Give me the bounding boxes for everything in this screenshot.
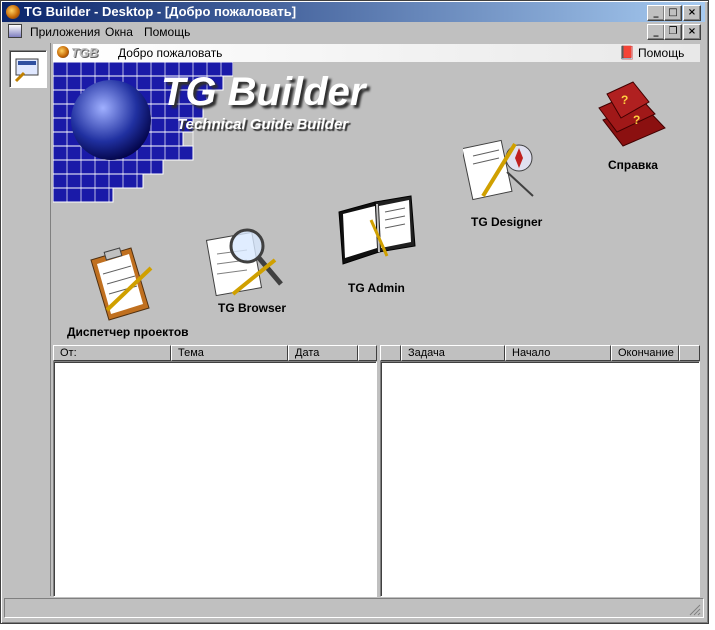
close-button[interactable]: × [683,5,701,21]
tasks-body[interactable] [380,361,700,597]
menu-applications[interactable]: Приложения [30,25,100,39]
col-subject[interactable]: Тема [171,345,288,361]
menu-bar: Приложения Окна Помощь _ ❐ × [2,22,705,41]
help-book-icon[interactable]: 📕 [619,45,635,61]
admin-label[interactable]: TG Admin [348,281,405,295]
col-filler [358,345,377,361]
tasks-list[interactable]: Задача Начало Окончание [380,345,700,597]
globe-icon [71,80,151,160]
child-restore-button[interactable]: ❐ [664,24,682,40]
tgb-logo-icon [57,46,69,58]
col-end[interactable]: Окончание [611,345,679,361]
banner-subtitle: Technical Guide Builder [177,116,349,133]
app-icon[interactable] [6,5,20,19]
help-link[interactable]: Помощь [638,46,684,60]
minimize-button[interactable]: _ [647,5,665,21]
tgb-logo-text: TGB [71,45,99,60]
inner-window-title: Добро пожаловать [118,46,223,60]
window-title: TG Builder - Desktop - [Добро пожаловать… [24,4,297,19]
child-close-button[interactable]: × [683,24,701,40]
col-task[interactable]: Задача [401,345,505,361]
messages-list[interactable]: От: Тема Дата [53,345,377,597]
svg-text:?: ? [633,113,640,127]
resize-grip-icon[interactable] [689,604,701,616]
admin-icon[interactable] [331,190,421,270]
browser-icon[interactable] [203,224,291,298]
left-toolbar [3,43,51,596]
desktop-icon [14,58,39,83]
inner-window-bar: TGB Добро пожаловать 📕 Помощь [53,44,700,63]
messages-body[interactable] [53,361,377,597]
desktop-shortcut-button[interactable] [9,50,47,88]
mdi-child-icon[interactable] [8,24,22,38]
child-minimize-button[interactable]: _ [647,24,665,40]
col-from[interactable]: От: [53,345,171,361]
title-bar[interactable]: TG Builder - Desktop - [Добро пожаловать… [2,2,705,22]
col-start[interactable]: Начало [505,345,611,361]
welcome-panel: TG Builder Technical Guide Builder ? ? С… [53,62,700,344]
help-label[interactable]: Справка [608,158,658,172]
menu-windows[interactable]: Окна [105,25,133,39]
svg-text:?: ? [621,93,628,107]
col-date[interactable]: Дата [288,345,358,361]
project-manager-icon[interactable] [87,244,159,322]
project-manager-label[interactable]: Диспетчер проектов [67,325,189,339]
maximize-button[interactable]: □ [664,5,682,21]
status-bar [4,598,704,618]
col-task-icon[interactable] [380,345,401,361]
help-books-icon[interactable]: ? ? [593,80,669,150]
banner-title: TG Builder [161,70,366,114]
col-filler-2 [679,345,700,361]
browser-label[interactable]: TG Browser [218,301,286,315]
menu-help[interactable]: Помощь [144,25,190,39]
designer-icon[interactable] [463,136,543,212]
designer-label[interactable]: TG Designer [471,215,542,229]
